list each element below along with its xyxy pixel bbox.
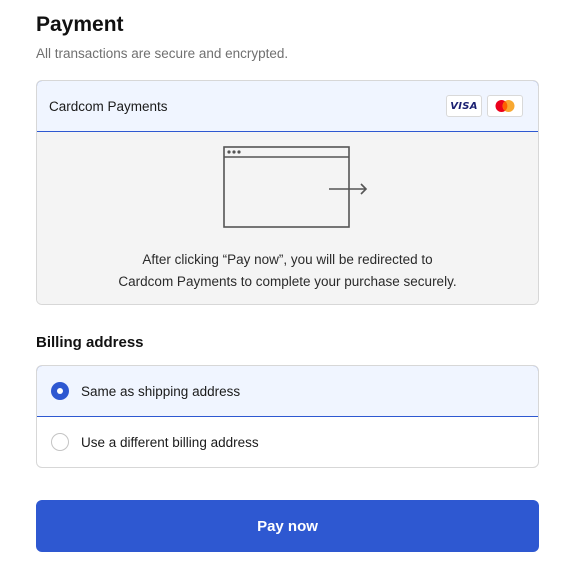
redirect-message-line1: After clicking “Pay now”, you will be re… bbox=[142, 252, 433, 267]
visa-logo-text: VISA bbox=[450, 100, 478, 112]
radio-selected-icon[interactable] bbox=[51, 382, 69, 400]
billing-title: Billing address bbox=[36, 334, 144, 351]
payment-title: Payment bbox=[36, 13, 124, 36]
payment-method-box: Cardcom Payments VISA After clicking “Pa… bbox=[36, 80, 539, 305]
billing-option-same-as-shipping[interactable]: Same as shipping address bbox=[37, 366, 538, 417]
visa-icon: VISA bbox=[446, 95, 482, 117]
redirect-message-line2: Cardcom Payments to complete your purcha… bbox=[118, 274, 457, 289]
billing-option-label: Use a different billing address bbox=[81, 434, 259, 450]
billing-option-different-address[interactable]: Use a different billing address bbox=[37, 417, 538, 467]
payment-section: Payment All transactions are secure and … bbox=[36, 10, 539, 552]
billing-option-label: Same as shipping address bbox=[81, 383, 241, 399]
payment-subtitle: All transactions are secure and encrypte… bbox=[36, 46, 289, 61]
payment-method-label: Cardcom Payments bbox=[49, 98, 168, 114]
redirect-panel: After clicking “Pay now”, you will be re… bbox=[37, 132, 538, 304]
mastercard-icon bbox=[487, 95, 523, 117]
redirect-message: After clicking “Pay now”, you will be re… bbox=[37, 249, 538, 293]
card-brand-icons: VISA bbox=[446, 95, 523, 117]
payment-method-cardcom[interactable]: Cardcom Payments VISA bbox=[37, 81, 538, 132]
pay-now-button[interactable]: Pay now bbox=[36, 500, 539, 552]
mastercard-logo bbox=[495, 100, 515, 112]
billing-options: Same as shipping address Use a different… bbox=[36, 365, 539, 468]
radio-unselected-icon[interactable] bbox=[51, 433, 69, 451]
browser-redirect-icon bbox=[223, 146, 368, 228]
